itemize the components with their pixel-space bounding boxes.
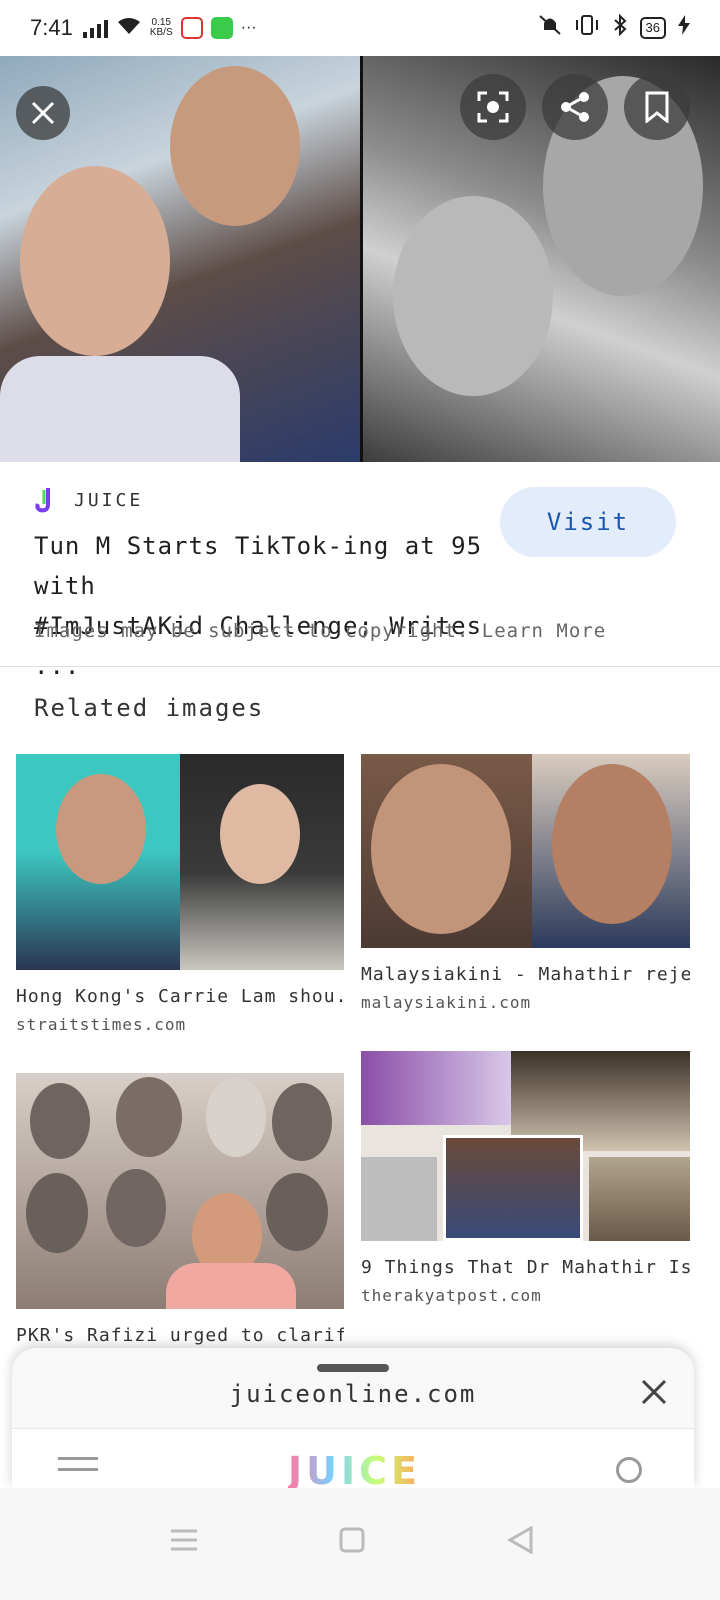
copyright-notice[interactable]: Images may be subject to copyright. Lear… xyxy=(34,620,606,642)
status-bar: 7:41 0.15 KB/S ··· 36 xyxy=(0,0,720,56)
person-face xyxy=(393,196,553,396)
bookmark-button[interactable] xyxy=(624,74,690,140)
overflow-dots: ··· xyxy=(240,19,257,36)
recents-button[interactable] xyxy=(164,1520,204,1560)
sheet-domain: juiceonline.com xyxy=(229,1380,477,1408)
notification-app-icon xyxy=(180,17,203,39)
close-icon xyxy=(641,1379,667,1405)
sheet-drag-handle[interactable] xyxy=(317,1364,389,1372)
related-image-domain: malaysiakini.com xyxy=(361,993,532,1012)
preview-image[interactable] xyxy=(0,56,720,462)
embedded-website[interactable]: JUICE xyxy=(12,1428,694,1493)
source-row[interactable]: JUICE xyxy=(34,486,143,514)
divider xyxy=(0,666,720,667)
visit-button[interactable]: Visit xyxy=(500,487,676,557)
network-speed: 0.15 KB/S xyxy=(150,18,173,38)
page-title-line-1: Tun M Starts TikTok-ing at 95 with xyxy=(34,532,483,600)
vibrate-icon xyxy=(574,14,600,42)
share-icon xyxy=(561,92,589,122)
related-image-thumbnail xyxy=(16,1073,344,1309)
share-button[interactable] xyxy=(542,74,608,140)
system-navigation-bar xyxy=(0,1488,720,1600)
person-face xyxy=(20,166,170,356)
related-image-card[interactable]: 9 Things That Dr Mahathir Is ... theraky… xyxy=(361,1051,690,1305)
source-name: JUICE xyxy=(74,489,144,511)
search-icon[interactable] xyxy=(616,1457,642,1483)
mute-icon xyxy=(538,14,562,42)
signal-icon xyxy=(82,18,108,38)
page-title[interactable]: Tun M Starts TikTok-ing at 95 with #ImJu… xyxy=(34,526,484,686)
hamburger-menu-icon[interactable] xyxy=(58,1457,98,1479)
related-image-title: Malaysiakini - Mahathir reject... xyxy=(361,964,690,985)
related-images-heading: Related images xyxy=(34,694,265,722)
related-image-thumbnail xyxy=(361,1051,690,1241)
site-logo: JUICE xyxy=(288,1449,421,1493)
related-image-domain: straitstimes.com xyxy=(16,1015,187,1034)
related-image-card[interactable]: PKR's Rafizi urged to clarify 2... xyxy=(16,1073,344,1346)
back-button[interactable] xyxy=(500,1520,540,1560)
battery-indicator: 36 xyxy=(639,17,666,39)
close-button[interactable] xyxy=(16,86,70,140)
person-face xyxy=(170,66,300,226)
related-image-thumbnail xyxy=(16,754,344,970)
back-triangle-icon xyxy=(507,1526,533,1554)
related-image-card[interactable]: Malaysiakini - Mahathir reject... malays… xyxy=(361,754,690,1012)
close-icon xyxy=(31,101,55,125)
related-image-title: 9 Things That Dr Mahathir Is ... xyxy=(361,1257,690,1278)
wifi-icon xyxy=(116,16,142,41)
person-clothing xyxy=(0,356,240,462)
related-image-thumbnail xyxy=(361,754,690,948)
related-image-domain: therakyatpost.com xyxy=(361,1286,542,1305)
site-preview-sheet[interactable]: juiceonline.com JUICE xyxy=(12,1348,694,1493)
status-time: 7:41 xyxy=(30,15,73,40)
sheet-close-button[interactable] xyxy=(634,1372,674,1412)
home-button[interactable] xyxy=(332,1520,372,1560)
related-image-title: PKR's Rafizi urged to clarify 2... xyxy=(16,1325,344,1346)
related-image-card[interactable]: Hong Kong's Carrie Lam shou... straitsti… xyxy=(16,754,344,1034)
charging-icon xyxy=(678,15,690,41)
menu-icon xyxy=(171,1529,197,1551)
related-image-title: Hong Kong's Carrie Lam shou... xyxy=(16,986,344,1007)
lens-icon xyxy=(477,91,509,123)
network-speed-unit: KB/S xyxy=(149,27,173,38)
line-app-icon xyxy=(210,17,233,39)
source-logo-icon xyxy=(35,488,50,513)
bluetooth-icon xyxy=(612,13,628,42)
bookmark-icon xyxy=(645,91,669,123)
lens-button[interactable] xyxy=(460,74,526,140)
home-square-icon xyxy=(339,1527,365,1553)
